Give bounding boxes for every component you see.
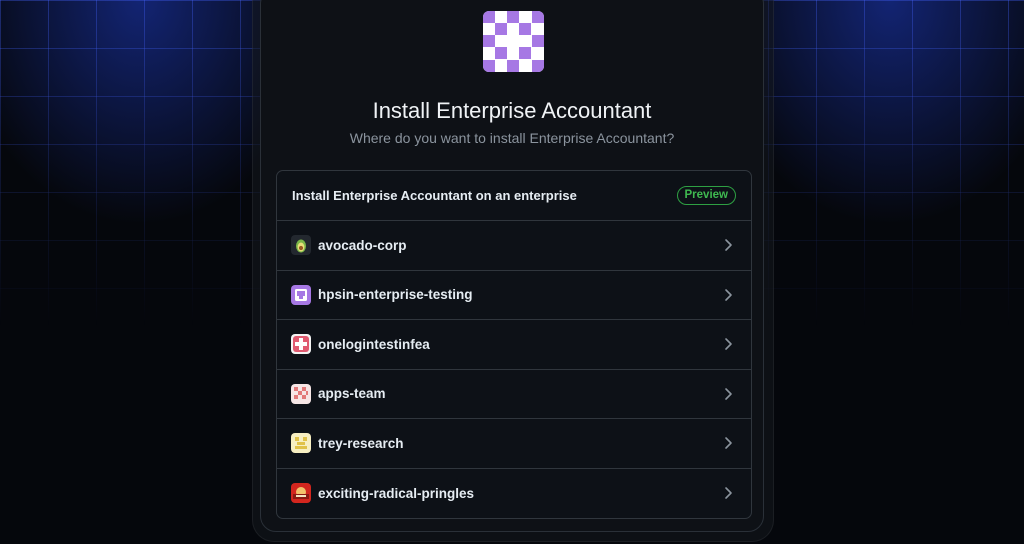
enterprise-row-exciting-radical-pringles[interactable]: exciting-radical-pringles: [277, 469, 751, 519]
chevron-right-icon: [725, 437, 732, 450]
chevron-right-icon: [725, 239, 732, 252]
enterprise-name: apps-team: [318, 386, 386, 402]
yellow-avatar-icon: [291, 433, 311, 454]
checker-avatar-icon: [291, 383, 311, 404]
enterprise-row-onelogintestinfea[interactable]: onelogintestinfea: [277, 320, 751, 370]
pringles-avatar-icon: [291, 483, 311, 504]
preview-badge: Preview: [676, 186, 736, 205]
enterprise-name: exciting-radical-pringles: [318, 485, 475, 501]
enterprise-row-apps-team[interactable]: apps-team: [277, 370, 751, 419]
avocado-avatar-icon: [291, 235, 311, 256]
page-subtitle: Where do you want to install Enterprise …: [349, 130, 675, 146]
enterprise-name: trey-research: [318, 435, 404, 451]
enterprise-name: hpsin-enterprise-testing: [318, 287, 473, 303]
red-cross-avatar-icon: [291, 334, 311, 355]
app-logo-icon: [483, 11, 544, 72]
enterprise-name: onelogintestinfea: [318, 336, 430, 352]
enterprise-row-trey-research[interactable]: trey-research: [277, 419, 751, 469]
enterprise-list-header: Install Enterprise Accountant on an ente…: [277, 171, 751, 221]
chevron-right-icon: [725, 387, 732, 400]
enterprise-row-avocado-corp[interactable]: avocado-corp: [277, 221, 751, 271]
page-title: Install Enterprise Accountant: [372, 98, 652, 123]
enterprise-row-hpsin-enterprise-testing[interactable]: hpsin-enterprise-testing: [277, 271, 751, 320]
enterprise-list: Install Enterprise Accountant on an ente…: [276, 170, 752, 519]
chevron-right-icon: [725, 338, 732, 351]
chevron-right-icon: [725, 288, 732, 301]
purple-avatar-icon: [291, 284, 311, 305]
enterprise-list-header-label: Install Enterprise Accountant on an ente…: [292, 188, 577, 203]
enterprise-name: avocado-corp: [318, 237, 407, 253]
chevron-right-icon: [725, 487, 732, 500]
